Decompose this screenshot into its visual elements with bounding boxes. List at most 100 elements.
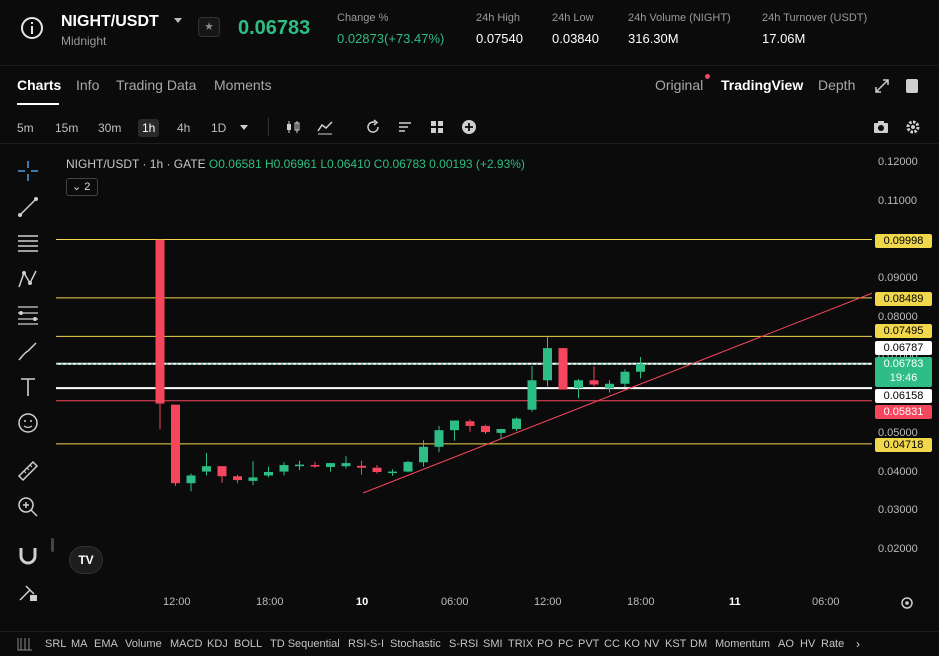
- candle-body: [465, 421, 475, 426]
- indicator-boll[interactable]: BOLL: [234, 638, 262, 650]
- lock-drawings-icon[interactable]: [16, 580, 40, 604]
- timeframe-1d[interactable]: 1D: [207, 119, 230, 137]
- tab-original[interactable]: Original: [655, 77, 703, 93]
- axis-settings-icon[interactable]: [899, 595, 915, 611]
- pair-name[interactable]: NIGHT/USDT: [61, 13, 159, 31]
- toolbar-collapse-handle[interactable]: [51, 538, 54, 552]
- indicator-momentum[interactable]: Momentum: [715, 638, 770, 650]
- indicator-rate[interactable]: Rate: [821, 638, 844, 650]
- x-tick: 12:00: [534, 596, 562, 608]
- indicator-stochastic[interactable]: Stochastic: [390, 638, 441, 650]
- grid-icon[interactable]: [17, 637, 33, 651]
- stat-volume: 24h Volume (NIGHT) 316.30M: [628, 12, 731, 46]
- candle-body: [357, 465, 366, 468]
- indicators-icon[interactable]: [317, 119, 333, 135]
- candle-body: [419, 446, 428, 463]
- candle-body: [512, 418, 521, 430]
- trend-line-icon[interactable]: [16, 195, 40, 219]
- timeframe-1h[interactable]: 1h: [138, 119, 160, 137]
- indicator-dm[interactable]: DM: [690, 638, 707, 650]
- candle-body: [589, 380, 599, 385]
- indicator-srl[interactable]: SRL: [45, 638, 66, 650]
- crosshair-icon[interactable]: [16, 159, 40, 183]
- star-icon[interactable]: ★: [198, 17, 220, 37]
- indicator-hv[interactable]: HV: [800, 638, 815, 650]
- indicator-macd[interactable]: MACD: [170, 638, 202, 650]
- indicator-td-sequential[interactable]: TD Sequential: [270, 638, 340, 650]
- candle-type-icon[interactable]: [285, 119, 301, 135]
- add-icon[interactable]: [461, 119, 477, 135]
- active-tab-underline: [17, 103, 59, 105]
- emoji-icon[interactable]: [16, 411, 40, 435]
- candle-body: [310, 465, 320, 467]
- ruler-icon[interactable]: [16, 459, 40, 483]
- chevron-right-icon[interactable]: ›: [856, 637, 860, 651]
- pattern-icon[interactable]: [16, 267, 40, 291]
- timeframe-4h[interactable]: 4h: [173, 119, 194, 137]
- indicator-ema[interactable]: EMA: [94, 638, 118, 650]
- candlestick-chart[interactable]: [56, 150, 872, 590]
- indicator-pvt[interactable]: PVT: [578, 638, 599, 650]
- stat-low: 24h Low 0.03840: [552, 12, 599, 46]
- indicator-volume[interactable]: Volume: [125, 638, 162, 650]
- y-tick: 0.02000: [878, 543, 918, 555]
- indicator-rsi-s-i[interactable]: RSI-S-I: [348, 638, 384, 650]
- layout-icon[interactable]: [906, 79, 918, 93]
- tab-charts[interactable]: Charts: [17, 77, 61, 93]
- expand-icon[interactable]: [875, 79, 889, 93]
- indicator-s-rsi[interactable]: S-RSI: [449, 638, 478, 650]
- timeframe-30m[interactable]: 30m: [94, 119, 125, 137]
- candle-body: [527, 380, 537, 410]
- y-tick: 0.11000: [878, 194, 917, 207]
- tab-trading-data[interactable]: Trading Data: [116, 77, 196, 93]
- indicator-kdj[interactable]: KDJ: [207, 638, 228, 650]
- candle-body: [326, 463, 335, 467]
- info-icon[interactable]: [21, 17, 43, 39]
- fib-retracement-icon[interactable]: [16, 303, 40, 327]
- candle-body: [558, 348, 568, 390]
- y-tick: 0.12000: [878, 156, 918, 168]
- chevron-down-icon[interactable]: [174, 18, 182, 23]
- tab-moments[interactable]: Moments: [214, 77, 272, 93]
- stat-change: Change % 0.02873(+73.47%): [337, 12, 445, 46]
- indicator-pc[interactable]: PC: [558, 638, 573, 650]
- edit-list-icon[interactable]: [397, 119, 413, 135]
- timeframe-5m[interactable]: 5m: [13, 119, 38, 137]
- candle-body: [372, 467, 382, 472]
- horizontal-lines-icon[interactable]: [16, 232, 40, 256]
- tab-info[interactable]: Info: [76, 77, 99, 93]
- candle-body: [434, 430, 444, 447]
- candle-body: [171, 404, 180, 484]
- stat-turnover: 24h Turnover (USDT) 17.06M: [762, 12, 868, 46]
- indicator-cc[interactable]: CC: [604, 638, 620, 650]
- text-icon[interactable]: [16, 375, 40, 399]
- timeframe-15m[interactable]: 15m: [51, 119, 82, 137]
- y-tick: 0.08000: [878, 310, 918, 323]
- zoom-in-icon[interactable]: [16, 495, 40, 519]
- tab-tradingview[interactable]: TradingView: [721, 77, 803, 93]
- x-tick: 10: [356, 596, 369, 608]
- chevron-down-icon[interactable]: [240, 125, 248, 130]
- grid-layout-icon[interactable]: [429, 119, 445, 135]
- tab-depth[interactable]: Depth: [818, 77, 855, 93]
- indicator-po[interactable]: PO: [537, 638, 553, 650]
- magnet-icon[interactable]: [16, 544, 40, 568]
- price-tag: 0.06158: [875, 389, 932, 403]
- indicator-trix[interactable]: TRIX: [508, 638, 533, 650]
- price-tag: 0.07495: [875, 324, 932, 338]
- price-tag: 0.04718: [875, 438, 932, 452]
- candle-body: [388, 471, 397, 474]
- refresh-icon[interactable]: [365, 119, 381, 135]
- indicator-ko[interactable]: KO: [624, 638, 640, 650]
- indicator-ma[interactable]: MA: [71, 638, 88, 650]
- y-tick: 0.04000: [878, 465, 918, 478]
- settings-gear-icon[interactable]: [905, 119, 921, 135]
- indicator-ao[interactable]: AO: [778, 638, 794, 650]
- camera-icon[interactable]: [873, 119, 889, 135]
- brush-icon[interactable]: [16, 339, 40, 363]
- indicator-kst[interactable]: KST: [665, 638, 686, 650]
- candle-body: [450, 420, 459, 431]
- indicator-smi[interactable]: SMI: [483, 638, 503, 650]
- indicator-nv[interactable]: NV: [644, 638, 659, 650]
- candle-body: [403, 461, 413, 472]
